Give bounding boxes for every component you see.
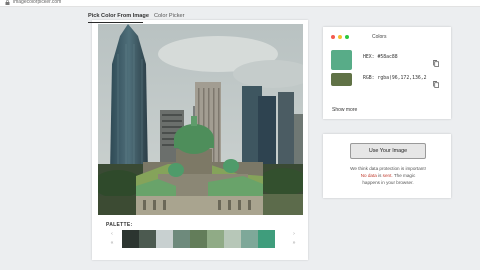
palette-swatch-9[interactable] (258, 230, 275, 248)
city-photo-image[interactable] (98, 24, 303, 215)
palette-swatch-7[interactable] (224, 230, 241, 248)
window-minimize-dot-icon (338, 35, 342, 39)
tab-color-picker[interactable]: Color Picker (154, 9, 184, 23)
colors-panel-title: Colors (372, 34, 387, 40)
privacy-note-line2: No data is sent. The magic (318, 173, 458, 178)
palette-next-icon[interactable]: › (290, 231, 298, 237)
palette-prev-icon[interactable]: ‹ (108, 231, 116, 237)
magic-text: The magic (393, 173, 416, 178)
window-maximize-dot-icon (345, 35, 349, 39)
palette-swatch-1[interactable] (122, 230, 139, 248)
tab-pick-from-image[interactable]: Pick Color From Image (88, 9, 149, 23)
privacy-note-line3: happens in your browser. (362, 180, 414, 185)
palette-swatch-2[interactable] (139, 230, 156, 248)
palette-swatch-3[interactable] (156, 230, 173, 248)
url-text[interactable]: imagecolorpicker.com (13, 0, 61, 5)
active-tab-indicator (88, 22, 143, 23)
hex-value[interactable]: HEX: #58ac88 (363, 55, 398, 60)
show-more-link[interactable]: Show more (332, 107, 357, 113)
palette-next-page-icon[interactable]: » (290, 240, 298, 246)
use-your-image-button[interactable]: Use Your Image (350, 143, 426, 159)
palette-swatch-6[interactable] (207, 230, 224, 248)
copy-rgb-icon[interactable] (433, 75, 439, 88)
rgb-value[interactable]: RGB: rgba(96,172,136,2 (363, 76, 427, 81)
palette-swatch-4[interactable] (173, 230, 190, 248)
no-data-highlight: No data (360, 173, 377, 178)
uploaded-photo[interactable] (98, 24, 303, 215)
palette-swatches (122, 230, 275, 248)
browser-address-bar[interactable] (0, 0, 480, 7)
palette-prev-page-icon[interactable]: « (108, 240, 116, 246)
is-text: is (378, 173, 382, 178)
lock-icon (5, 0, 11, 5)
privacy-note-line1: We think data protection is important! (350, 166, 426, 171)
palette-swatch-5[interactable] (190, 230, 207, 248)
palette-swatch-8[interactable] (241, 230, 258, 248)
palette-label: PALETTE: (106, 222, 133, 228)
sent-highlight: sent. (382, 173, 393, 178)
window-close-dot-icon (331, 35, 335, 39)
copy-hex-icon[interactable] (433, 54, 439, 67)
rgb-color-swatch (331, 73, 352, 86)
selected-color-swatch (331, 50, 352, 70)
